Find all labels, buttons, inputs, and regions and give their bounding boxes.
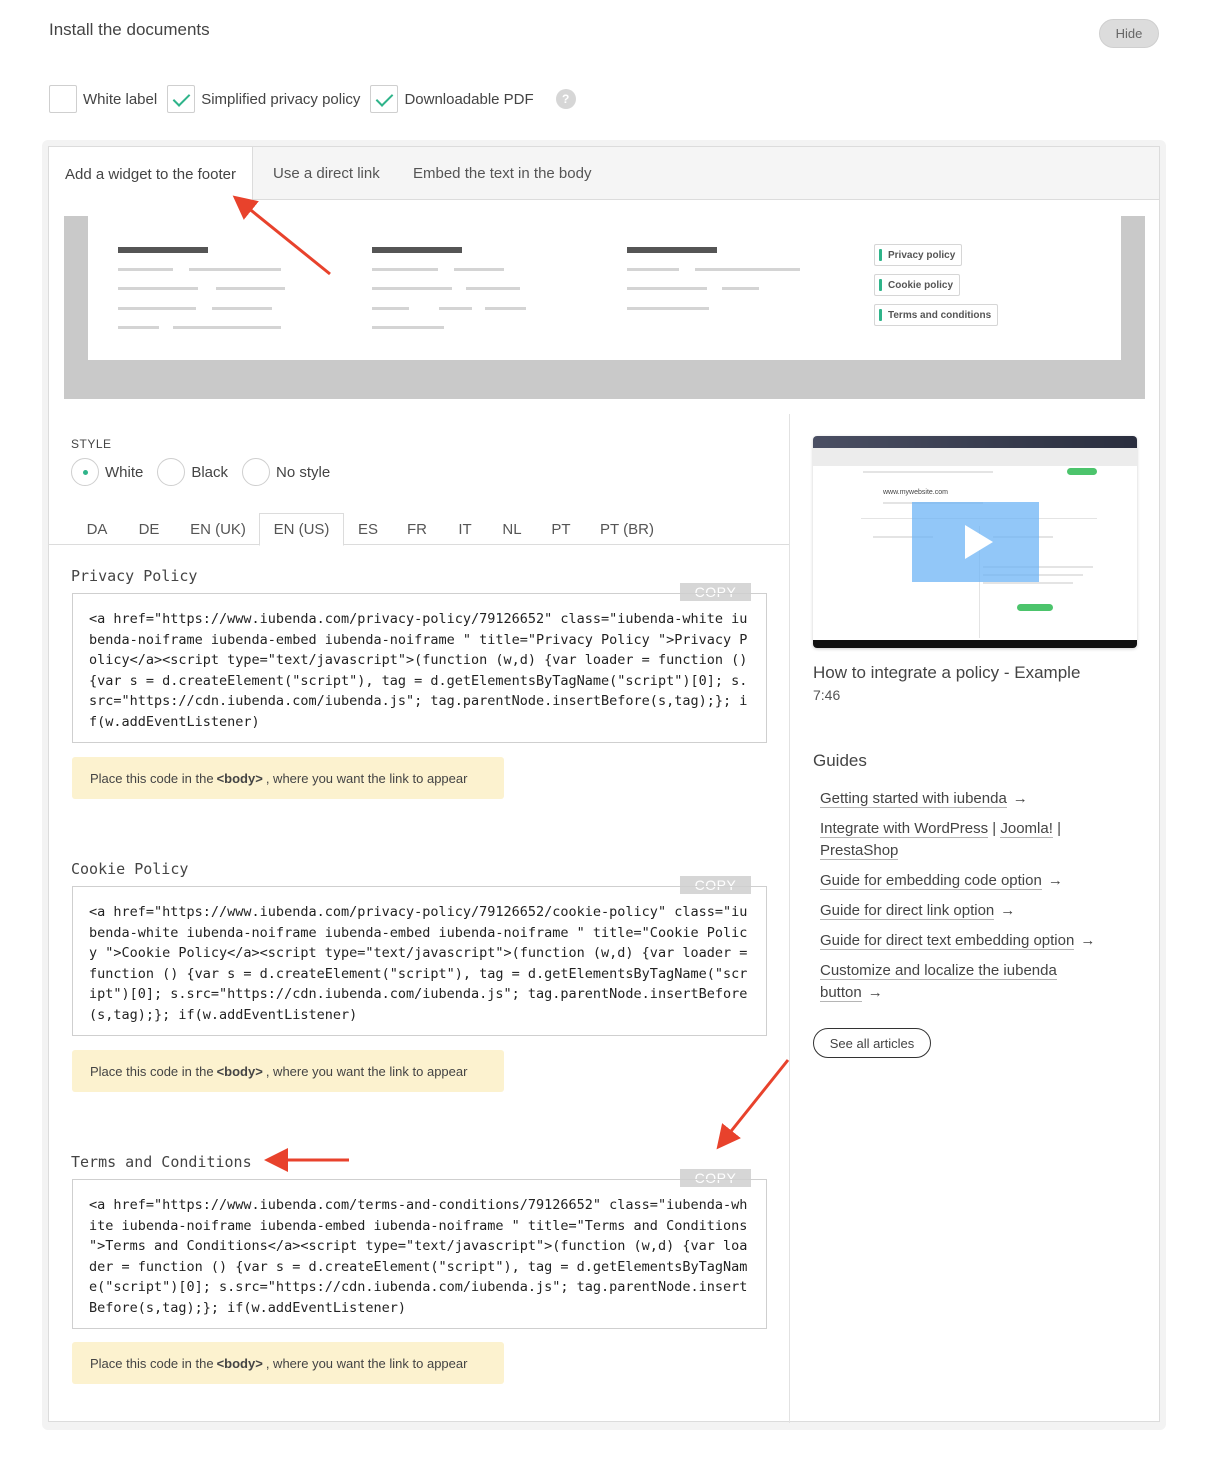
style-radio-group: White Black No style (71, 458, 344, 486)
lang-tab-pt-br[interactable]: PT (BR) (593, 513, 661, 545)
preview-terms-button: Terms and conditions (874, 304, 999, 326)
lang-tab-nl[interactable]: NL (492, 513, 532, 545)
lang-tab-en-us[interactable]: EN (US) (259, 513, 344, 546)
guide-integrate-cms[interactable]: Integrate with WordPress | Joomla! | Pre… (820, 818, 1100, 862)
preview-privacy-policy-button: Privacy policy (874, 244, 963, 266)
see-all-articles-button[interactable]: See all articles (813, 1028, 931, 1058)
cookie-policy-note: Place this code in the <body>, where you … (72, 1050, 504, 1092)
cookie-policy-code[interactable]: <a href="https://www.iubenda.com/privacy… (72, 886, 767, 1036)
lang-tab-da[interactable]: DA (77, 513, 117, 545)
option-white-label[interactable]: White label (49, 85, 157, 113)
tab-embed-text[interactable]: Embed the text in the body (397, 147, 607, 200)
preview-cookie-policy-button: Cookie policy (874, 274, 961, 296)
arrow-right-icon: → (1000, 902, 1016, 919)
style-option-white[interactable]: White (71, 458, 143, 486)
downloadable-pdf-checkbox[interactable] (370, 85, 399, 113)
style-option-no-style[interactable]: No style (242, 458, 330, 486)
language-tabs: DA DE EN (UK) EN (US) ES FR IT NL PT PT … (49, 513, 789, 546)
footer-preview: Privacy policy Cookie policy Terms and c… (64, 216, 1145, 399)
terms-code[interactable]: <a href="https://www.iubenda.com/terms-a… (72, 1179, 767, 1329)
guide-link-joomla[interactable]: Joomla! (1000, 820, 1053, 838)
guide-getting-started[interactable]: Getting started with iubenda → (820, 788, 1028, 810)
lang-tab-de[interactable]: DE (129, 513, 169, 545)
option-simplified-privacy-policy[interactable]: Simplified privacy policy (167, 85, 360, 113)
guide-link-prestashop[interactable]: PrestaShop (820, 842, 899, 860)
simplified-privacy-policy-checkbox[interactable] (167, 85, 196, 113)
video-title[interactable]: How to integrate a policy - Example (813, 663, 1080, 683)
document-options: White label Simplified privacy policy Do… (49, 85, 576, 113)
guide-link-wordpress[interactable]: Integrate with WordPress (820, 820, 989, 838)
install-panel: Add a widget to the footer Use a direct … (48, 146, 1160, 1423)
column-divider (789, 414, 790, 1423)
no-style-radio[interactable] (242, 458, 271, 486)
downloadable-pdf-text: Downloadable PDF (404, 90, 534, 108)
guides-heading: Guides (813, 751, 867, 770)
privacy-policy-note: Place this code in the <body>, where you … (72, 757, 504, 799)
play-icon[interactable] (912, 502, 1039, 582)
arrow-right-icon: → (1012, 790, 1028, 807)
lang-tab-pt[interactable]: PT (541, 513, 581, 545)
integration-tabs: Add a widget to the footer Use a direct … (49, 147, 1159, 201)
guide-embedding-code[interactable]: Guide for embedding code option → (820, 870, 1063, 892)
arrow-right-icon: → (867, 984, 883, 1001)
terms-note: Place this code in the <body>, where you … (72, 1342, 504, 1384)
arrow-right-icon: → (1047, 872, 1063, 889)
video-thumb-url: www.mywebsite.com (883, 489, 948, 496)
hide-button[interactable]: Hide (1099, 19, 1159, 48)
guide-customize-button[interactable]: Customize and localize the iubenda butto… (820, 960, 1080, 1004)
video-thumbnail[interactable]: www.mywebsite.com (813, 436, 1137, 648)
guide-direct-link[interactable]: Guide for direct link option → (820, 900, 1015, 922)
tab-add-widget-footer[interactable]: Add a widget to the footer (49, 147, 253, 201)
white-radio[interactable] (71, 458, 99, 486)
terms-title: Terms and Conditions (71, 1153, 252, 1171)
help-icon[interactable]: ? (555, 89, 576, 109)
black-radio[interactable] (157, 458, 186, 486)
lang-tab-fr[interactable]: FR (397, 513, 437, 545)
white-label-text: White label (83, 90, 158, 108)
lang-tab-it[interactable]: IT (445, 513, 485, 545)
option-downloadable-pdf[interactable]: Downloadable PDF (370, 85, 534, 113)
style-option-black[interactable]: Black (157, 458, 228, 486)
tab-direct-link[interactable]: Use a direct link (257, 147, 396, 200)
privacy-policy-code[interactable]: <a href="https://www.iubenda.com/privacy… (72, 593, 767, 743)
privacy-policy-title: Privacy Policy (71, 567, 198, 585)
guide-direct-text[interactable]: Guide for direct text embedding option → (820, 930, 1095, 952)
style-label: STYLE (71, 437, 112, 451)
arrow-right-icon: → (1080, 932, 1096, 949)
cookie-policy-title: Cookie Policy (71, 860, 189, 878)
lang-tab-es[interactable]: ES (348, 513, 388, 545)
video-duration: 7:46 (813, 687, 841, 703)
white-label-checkbox[interactable] (49, 85, 77, 113)
simplified-privacy-policy-text: Simplified privacy policy (201, 90, 361, 108)
lang-tab-en-uk[interactable]: EN (UK) (181, 513, 255, 545)
page-title: Install the documents (49, 20, 210, 39)
footer-preview-page: Privacy policy Cookie policy Terms and c… (88, 216, 1121, 360)
